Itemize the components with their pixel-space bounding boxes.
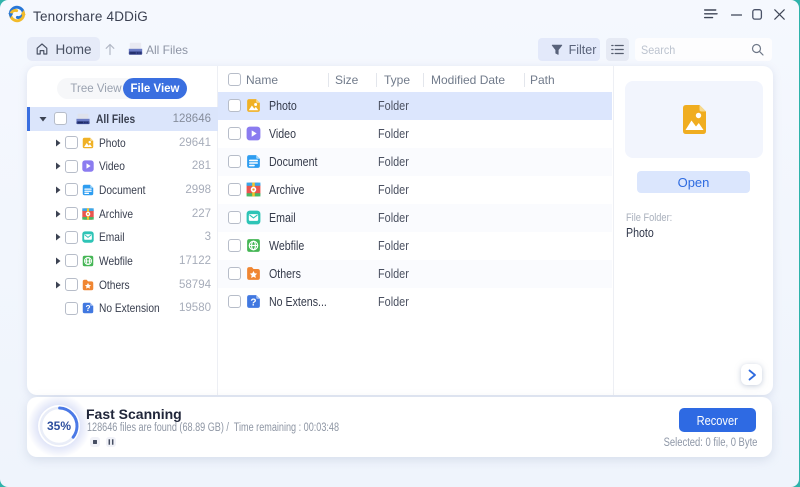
svg-text:?: ? [85,303,90,313]
svg-text:?: ? [250,297,256,308]
